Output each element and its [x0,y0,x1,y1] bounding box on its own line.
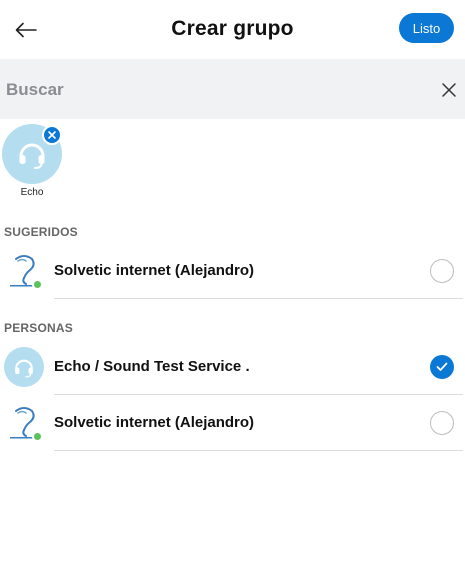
online-status-dot [32,279,43,290]
avatar [4,347,44,387]
header: Crear grupo Listo [0,0,465,59]
divider [54,298,463,299]
select-radio[interactable] [430,355,454,379]
contact-name: Solvetic internet (Alejandro) [54,262,255,279]
avatar [4,403,44,443]
selected-contact-chip: Echo [2,124,62,200]
section-label-people: PERSONAS [4,321,73,335]
clear-search-button[interactable] [439,80,459,100]
headset-icon [15,359,33,378]
done-button[interactable]: Listo [399,13,454,43]
list-item[interactable]: Solvetic internet (Alejandro) [0,243,465,299]
headset-icon [19,143,45,169]
contact-name: Solvetic internet (Alejandro) [54,414,255,431]
search-bar [0,59,465,119]
checkmark-icon [436,362,448,371]
divider [54,450,463,451]
select-radio[interactable] [430,259,454,283]
close-icon [442,83,456,97]
contact-name: Echo / Sound Test Service . [54,358,250,375]
section-label-suggested: SUGERIDOS [4,225,78,239]
online-status-dot [32,431,43,442]
remove-selected-button[interactable] [42,125,62,145]
avatar [4,251,44,291]
list-item[interactable]: Solvetic internet (Alejandro) [0,395,465,451]
list-item[interactable]: Echo / Sound Test Service . [0,339,465,395]
close-icon [48,131,56,139]
page-title: Crear grupo [171,17,294,40]
search-input[interactable] [6,77,426,103]
select-radio[interactable] [430,411,454,435]
selected-contact-name: Echo [20,187,44,198]
